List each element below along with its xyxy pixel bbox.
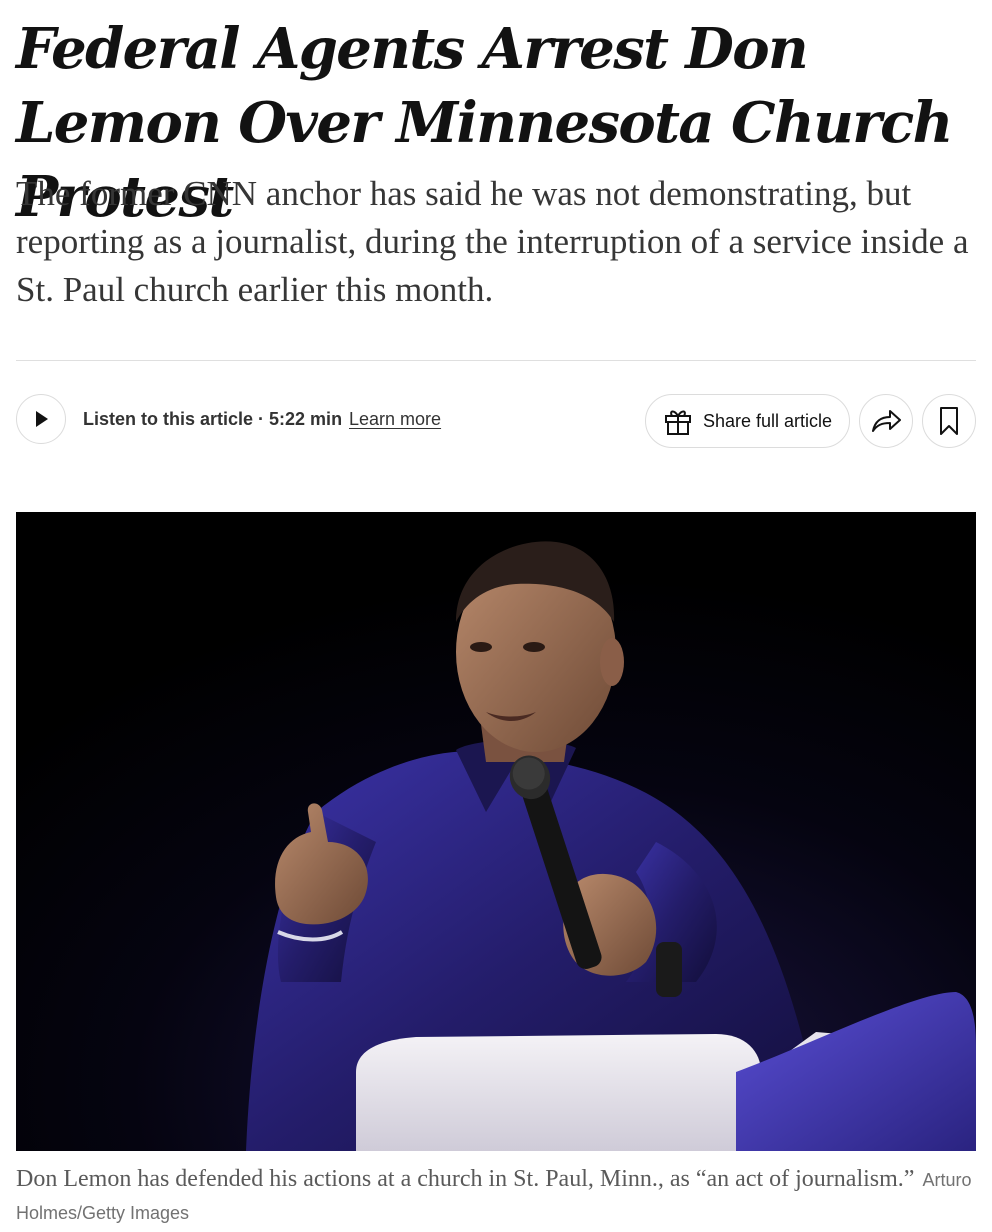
article-toolbar: Listen to this article · 5:22 min Learn … xyxy=(16,394,976,448)
caption-text: Don Lemon has defended his actions at a … xyxy=(16,1166,915,1192)
divider xyxy=(16,360,976,361)
save-bookmark-button[interactable] xyxy=(922,394,976,448)
article-summary: The former CNN anchor has said he was no… xyxy=(16,174,969,309)
gift-icon xyxy=(665,410,691,435)
bookmark-icon xyxy=(940,407,958,435)
photo-caption: Don Lemon has defended his actions at a … xyxy=(16,1163,976,1229)
play-icon xyxy=(36,411,48,427)
share-full-article-button[interactable]: Share full article xyxy=(645,394,850,448)
article-photo xyxy=(16,512,976,1151)
share-full-article-label: Share full article xyxy=(703,410,833,431)
share-arrow-icon xyxy=(872,410,901,432)
learn-more-link[interactable]: Learn more xyxy=(349,407,441,431)
play-audio-button[interactable] xyxy=(16,394,66,444)
share-button[interactable] xyxy=(859,394,913,448)
listen-label: Listen to this article · 5:22 min xyxy=(83,409,343,429)
photo-illustration xyxy=(16,512,976,1151)
